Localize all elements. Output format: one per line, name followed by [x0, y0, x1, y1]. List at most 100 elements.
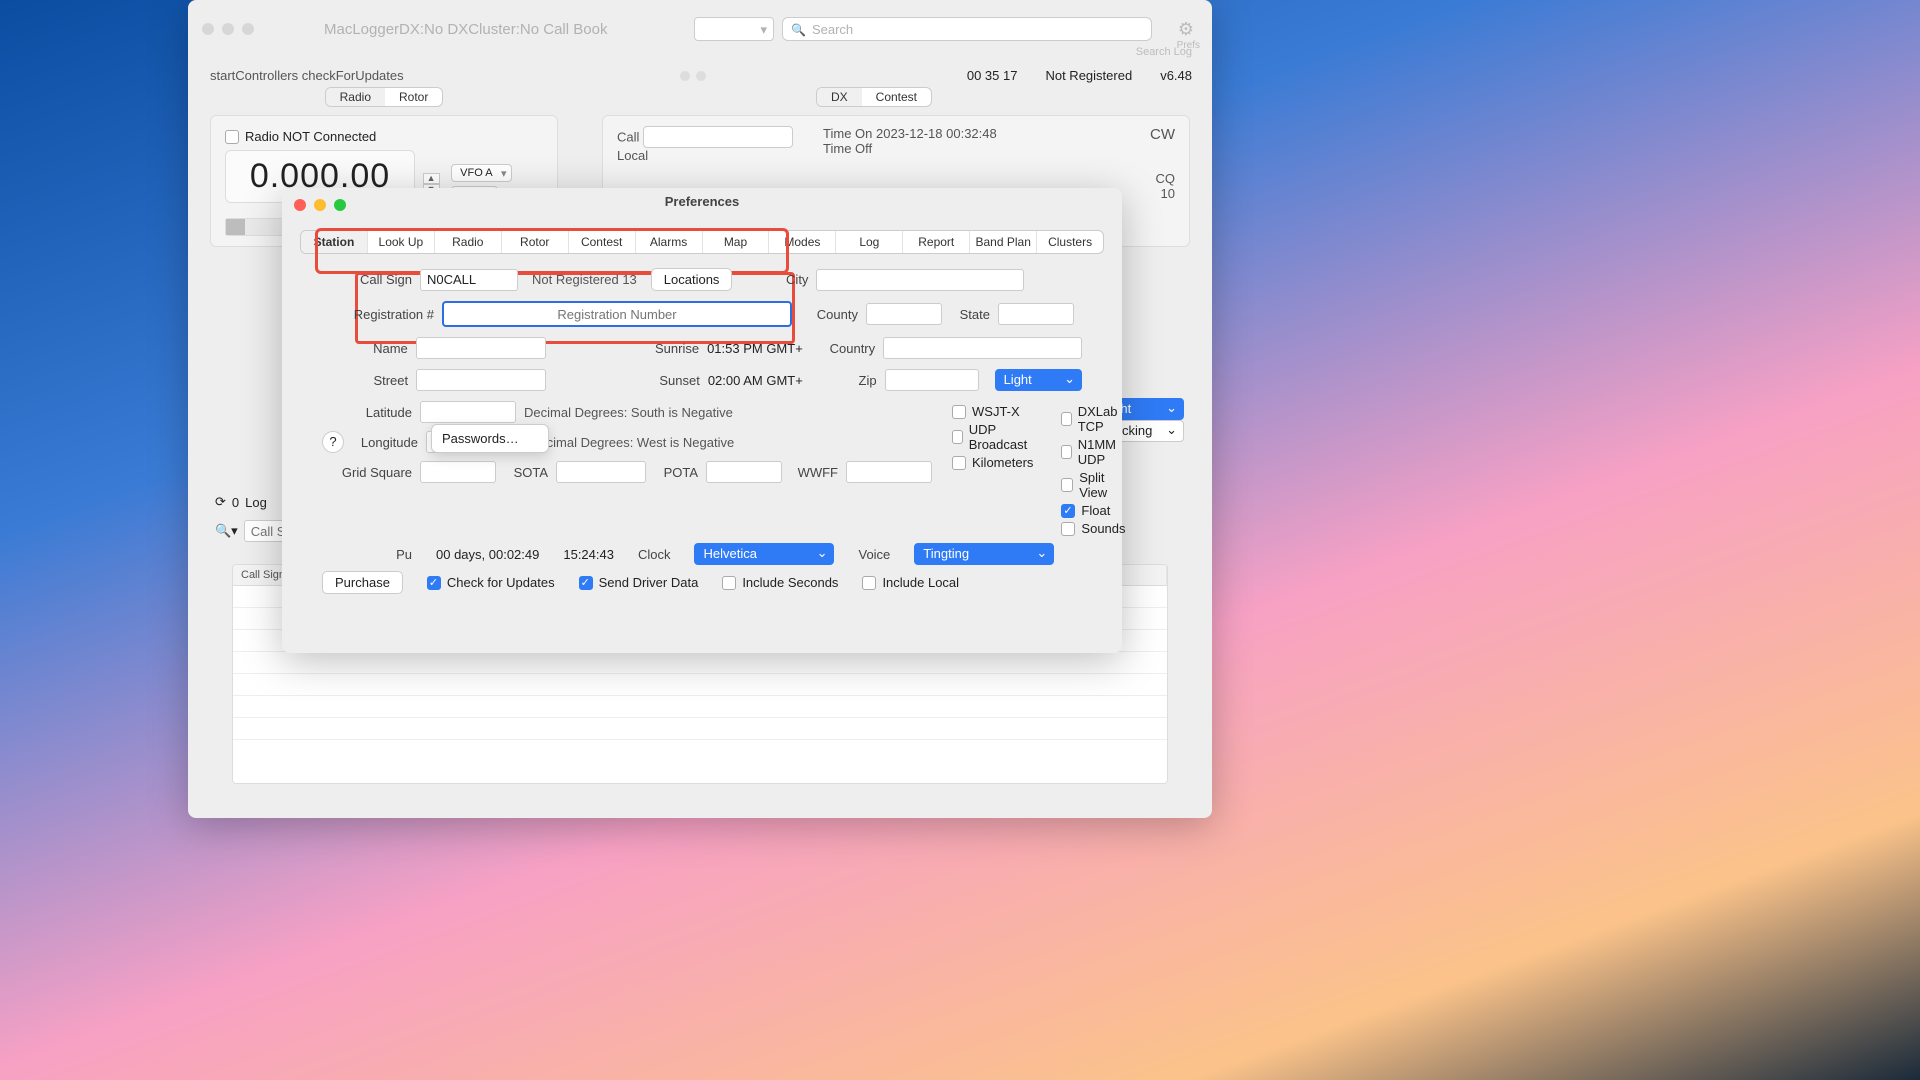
radio-connected-checkbox[interactable]: [225, 130, 239, 144]
seg-rotor[interactable]: Rotor: [385, 88, 442, 106]
help-icon[interactable]: ?: [322, 431, 344, 453]
wsjtx-label: WSJT-X: [972, 404, 1020, 419]
voice-label: Voice: [858, 547, 890, 562]
sounds-label: Sounds: [1081, 521, 1125, 536]
zoom-icon[interactable]: [242, 23, 254, 35]
tab-modes[interactable]: Modes: [769, 231, 836, 253]
zip-label: Zip: [821, 373, 877, 388]
tab-bandplan[interactable]: Band Plan: [970, 231, 1037, 253]
local-label: Local: [617, 148, 648, 163]
time-on-value: 2023-12-18 00:32:48: [876, 126, 997, 141]
country-input[interactable]: [883, 337, 1082, 359]
time-off-label: Time Off: [823, 141, 872, 156]
search-input[interactable]: Search: [782, 17, 1152, 41]
gear-icon[interactable]: ⚙: [1174, 17, 1198, 41]
prefs-bottom-row: Purchase Check for Updates Send Driver D…: [282, 565, 1122, 594]
street-input[interactable]: [416, 369, 546, 391]
n1mm-label: N1MM UDP: [1078, 437, 1126, 467]
radio-rotor-segment[interactable]: Radio Rotor: [325, 87, 444, 107]
city-input[interactable]: [816, 269, 1024, 291]
seg-dx[interactable]: DX: [817, 88, 862, 106]
log-count: 0: [232, 495, 239, 510]
registration-status: Not Registered: [1045, 68, 1132, 83]
trial-time: 00 days, 00:02:49: [436, 547, 539, 562]
wsjtx-checkbox[interactable]: [952, 405, 966, 419]
dx-contest-segment[interactable]: DX Contest: [816, 87, 932, 107]
callsign-input[interactable]: [420, 269, 518, 291]
close-icon[interactable]: [294, 199, 306, 211]
float-checkbox[interactable]: [1061, 504, 1075, 518]
split-checkbox[interactable]: [1061, 478, 1073, 492]
tab-lookup[interactable]: Look Up: [368, 231, 435, 253]
grid-input[interactable]: [420, 461, 496, 483]
sota-label: SOTA: [504, 465, 548, 480]
tab-report[interactable]: Report: [903, 231, 970, 253]
updates-label: Check for Updates: [447, 575, 555, 590]
street-label: Street: [322, 373, 408, 388]
prefs-lower-row: Pu 00 days, 00:02:49 15:24:43 Clock Helv…: [282, 543, 1122, 565]
km-checkbox[interactable]: [952, 456, 966, 470]
clock-font-select[interactable]: Helvetica: [694, 543, 834, 565]
time-on-label: Time On: [823, 126, 872, 141]
zoom-icon[interactable]: [334, 199, 346, 211]
status-dots: [680, 71, 706, 81]
tab-log[interactable]: Log: [836, 231, 903, 253]
registration-label: Registration #: [322, 307, 434, 322]
driver-checkbox[interactable]: [579, 576, 593, 590]
registration-input[interactable]: [444, 303, 790, 325]
sota-input[interactable]: [556, 461, 646, 483]
search-icon[interactable]: 🔍▾: [215, 523, 238, 539]
status-text: startControllers checkForUpdates: [210, 68, 404, 83]
tab-map[interactable]: Map: [703, 231, 770, 253]
vfo-select[interactable]: VFO A: [451, 164, 511, 182]
dxlab-checkbox[interactable]: [1061, 412, 1071, 426]
minimize-icon[interactable]: [314, 199, 326, 211]
n1mm-checkbox[interactable]: [1061, 445, 1071, 459]
seconds-checkbox[interactable]: [722, 576, 736, 590]
name-input[interactable]: [416, 337, 546, 359]
main-titlebar: MacLoggerDX:No DXCluster:No Call Book Se…: [188, 0, 1212, 58]
wwff-label: WWFF: [790, 465, 838, 480]
band-indicator: 10: [1150, 186, 1175, 201]
tab-radio[interactable]: Radio: [435, 231, 502, 253]
tab-clusters[interactable]: Clusters: [1037, 231, 1103, 253]
minimize-icon[interactable]: [222, 23, 234, 35]
tab-contest[interactable]: Contest: [569, 231, 636, 253]
local-checkbox[interactable]: [862, 576, 876, 590]
udp-checkbox[interactable]: [952, 430, 963, 444]
pu-label: Pu: [322, 547, 412, 562]
cw-indicator: CW: [1150, 126, 1175, 143]
tab-alarms[interactable]: Alarms: [636, 231, 703, 253]
status-bar: startControllers checkForUpdates 00 35 1…: [188, 58, 1212, 83]
close-icon[interactable]: [202, 23, 214, 35]
pota-input[interactable]: [706, 461, 782, 483]
passwords-popover[interactable]: Passwords…: [431, 424, 549, 453]
clock-label: Clock: [638, 547, 671, 562]
locations-button[interactable]: Locations: [651, 268, 733, 291]
county-input[interactable]: [866, 303, 942, 325]
call-input[interactable]: [643, 126, 793, 148]
state-label: State: [950, 307, 990, 322]
updates-checkbox[interactable]: [427, 576, 441, 590]
latitude-input[interactable]: [420, 401, 516, 423]
wwff-input[interactable]: [846, 461, 932, 483]
refresh-icon[interactable]: ⟳: [215, 494, 226, 510]
sounds-checkbox[interactable]: [1061, 522, 1075, 536]
tab-rotor[interactable]: Rotor: [502, 231, 569, 253]
purchase-button[interactable]: Purchase: [322, 571, 403, 594]
theme-select-prefs[interactable]: Light: [995, 369, 1082, 391]
state-input[interactable]: [998, 303, 1074, 325]
tab-station[interactable]: Station: [301, 231, 368, 253]
not-registered-text: Not Registered 13: [532, 272, 637, 287]
seg-radio[interactable]: Radio: [326, 88, 385, 106]
seg-contest[interactable]: Contest: [862, 88, 931, 106]
search-placeholder: Search: [812, 22, 853, 37]
zip-input[interactable]: [885, 369, 979, 391]
cq-indicator: CQ: [1150, 171, 1175, 186]
voice-select[interactable]: Tingting: [914, 543, 1054, 565]
toolbar-dropdown[interactable]: [694, 17, 774, 41]
window-title: MacLoggerDX:No DXCluster:No Call Book: [324, 21, 607, 38]
prefs-traffic-lights: [294, 199, 346, 211]
sunset-value: 02:00 AM GMT+: [708, 373, 813, 388]
sunrise-value: 01:53 PM GMT+: [707, 341, 812, 356]
